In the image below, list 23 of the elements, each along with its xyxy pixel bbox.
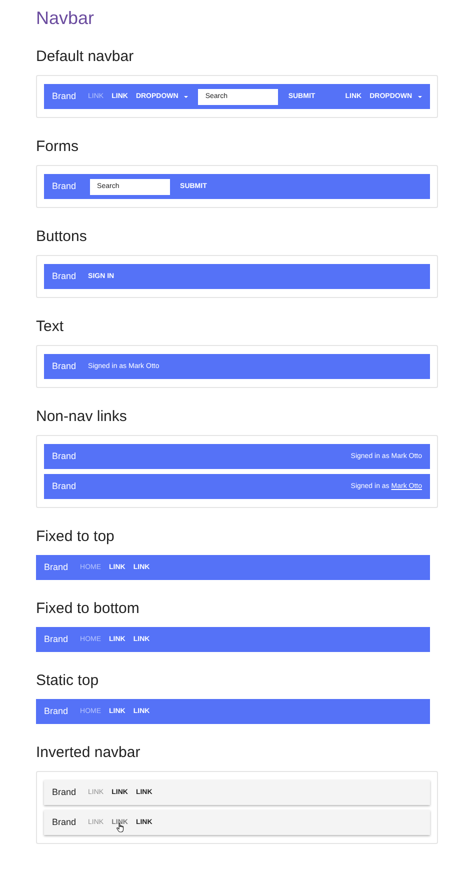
brand-link[interactable]: Brand: [52, 362, 76, 371]
section-title: Static top: [36, 671, 100, 691]
section-title: Text: [36, 317, 65, 337]
section-title: Default navbar: [36, 47, 135, 67]
brand-link[interactable]: Brand: [52, 482, 76, 491]
brand-link[interactable]: Brand: [52, 788, 76, 797]
brand-link[interactable]: Brand: [52, 818, 76, 827]
section-title: Inverted navbar: [36, 743, 142, 763]
section-title: Non-nav links: [36, 407, 128, 427]
page-title: Navbar: [36, 8, 96, 28]
section-title: Buttons: [36, 227, 88, 247]
section-title: Fixed to bottom: [36, 599, 140, 619]
section-title: Fixed to top: [36, 527, 116, 547]
caret-icon: [418, 96, 422, 98]
brand-link[interactable]: Brand: [52, 92, 76, 101]
brand-link[interactable]: Brand: [44, 563, 68, 572]
brand-link[interactable]: Brand: [52, 452, 76, 461]
brand-link[interactable]: Brand: [44, 707, 68, 716]
caret-icon: [184, 96, 188, 98]
brand-link[interactable]: Brand: [44, 635, 68, 644]
section-title: Forms: [36, 137, 80, 157]
brand-link[interactable]: Brand: [52, 272, 76, 281]
brand-link[interactable]: Brand: [52, 182, 76, 191]
